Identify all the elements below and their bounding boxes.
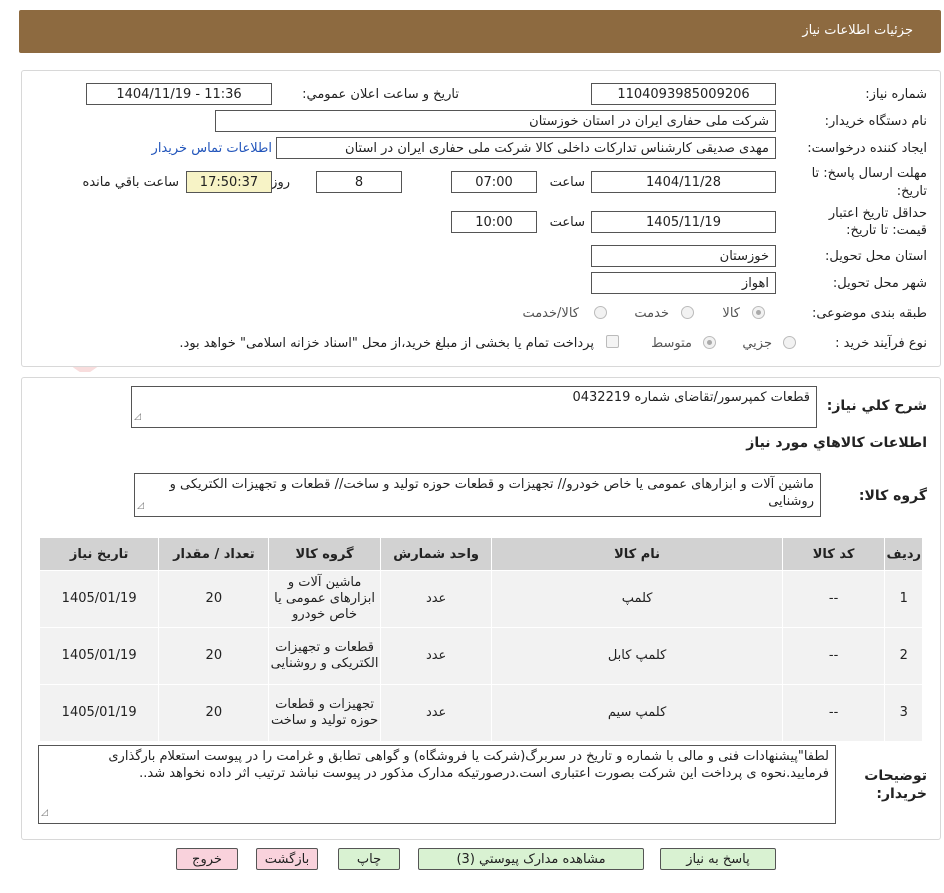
process-radio-minor[interactable] [783, 336, 796, 349]
view-attachments-button[interactable]: مشاهده مدارک پيوستي (3) [418, 848, 644, 870]
validity-label-2: قیمت: تا تاریخ: [846, 223, 927, 238]
validity-date-field[interactable]: 1405/11/19 [591, 211, 776, 233]
remaining-label: ساعت باقي مانده [82, 175, 179, 190]
validity-time-label: ساعت [549, 215, 585, 230]
goods-info-title: اطلاعات کالاهاي مورد نياز [746, 435, 927, 451]
resize-grip-icon[interactable]: ◿ [137, 498, 144, 515]
cell-item-name: کلمپ سیم [491, 684, 783, 742]
creator-field[interactable]: مهدی صدیقی کارشناس تدارکات داخلی کالا شر… [276, 137, 776, 159]
col-quantity: تعداد / مقدار [158, 537, 270, 571]
category-radio-goods-service[interactable] [594, 306, 607, 319]
col-unit: واحد شمارش [379, 537, 493, 571]
page-title: جزئيات اطلاعات نیاز [802, 23, 913, 38]
summary-textarea[interactable]: قطعات کمپرسور/تقاضای شماره 0432219 ◿ [131, 386, 817, 428]
validity-time-field[interactable]: 10:00 [451, 211, 537, 233]
back-button[interactable]: بازگشت [256, 848, 318, 870]
province-label: استان محل تحویل: [825, 249, 927, 264]
summary-label: شرح کلي نياز: [826, 398, 927, 414]
cell-quantity: 20 [158, 684, 270, 742]
cell-item-group: قطعات و تجهیزات الکتریکی و روشنایی [268, 627, 381, 685]
validity-label-1: حداقل تاریخ اعتبار [828, 206, 927, 221]
deadline-time-field[interactable]: 07:00 [451, 171, 537, 193]
cell-unit: عدد [379, 627, 493, 685]
city-field[interactable]: اهواز [591, 272, 776, 294]
cell-item-name: کلمپ کابل [491, 627, 783, 685]
process-option-medium: متوسط [651, 336, 692, 351]
cell-unit: عدد [379, 570, 493, 628]
group-text: ماشین آلات و ابزارهای عمومی یا خاص خودرو… [169, 477, 814, 509]
treasury-payment-checkbox[interactable] [606, 335, 619, 348]
items-table: ردیف کد کالا نام کالا واحد شمارش گروه کا… [38, 537, 923, 742]
buyer-notes-text: لطفا"پیشنهادات فنی و مالی با شماره و تار… [108, 749, 829, 781]
announce-field[interactable]: 1404/11/19 - 11:36 [86, 83, 272, 105]
cell-unit: عدد [379, 684, 493, 742]
cell-quantity: 20 [158, 570, 270, 628]
buyer-field[interactable]: شرکت ملی حفاری ایران در استان خوزستان [215, 110, 776, 132]
table-header-row: ردیف کد کالا نام کالا واحد شمارش گروه کا… [38, 537, 923, 571]
cell-item-name: کلمپ [491, 570, 783, 628]
print-button[interactable]: چاپ [338, 848, 400, 870]
creator-label: ایجاد کننده درخواست: [807, 141, 927, 156]
buyer-notes-label-1: توضیحات [864, 768, 927, 784]
reply-button[interactable]: پاسخ به نياز [660, 848, 776, 870]
category-label: طبقه بندی موضوعی: [811, 306, 927, 321]
page-header: جزئيات اطلاعات نیاز [19, 10, 941, 53]
cell-need-date: 1405/01/19 [38, 570, 160, 628]
col-item-name: نام کالا [491, 537, 783, 571]
col-row-no: ردیف [884, 537, 923, 571]
category-option-goods: کالا [722, 306, 740, 321]
announce-label: تاریخ و ساعت اعلان عمومي: [302, 87, 459, 102]
resize-grip-icon[interactable]: ◿ [41, 805, 48, 822]
cell-item-code: -- [781, 684, 886, 742]
resize-grip-icon[interactable]: ◿ [134, 409, 141, 426]
buyer-notes-textarea[interactable]: لطفا"پیشنهادات فنی و مالی با شماره و تار… [38, 745, 836, 824]
process-radio-medium[interactable] [703, 336, 716, 349]
process-label: نوع فرآیند خرید : [835, 336, 927, 351]
buyer-notes-label-2: خریدار: [876, 786, 927, 802]
treasury-payment-note: پرداخت تمام یا بخشی از مبلغ خرید،از محل … [179, 336, 594, 351]
deadline-label-1: مهلت ارسال پاسخ: تا [811, 166, 927, 181]
cell-quantity: 20 [158, 627, 270, 685]
need-no-field[interactable]: 1104093985009206 [591, 83, 776, 105]
province-field[interactable]: خوزستان [591, 245, 776, 267]
table-row: 2 -- کلمپ کابل عدد قطعات و تجهیزات الکتر… [38, 627, 923, 685]
cell-row-no: 3 [884, 684, 923, 742]
group-label: گروه کالا: [858, 488, 927, 504]
category-option-service: خدمت [634, 306, 669, 321]
contact-buyer-link[interactable]: اطلاعات تماس خریدار [152, 141, 272, 156]
col-item-group: گروه کالا [268, 537, 381, 571]
process-option-minor: جزيي [742, 336, 772, 351]
remaining-time-field: 17:50:37 [186, 171, 272, 193]
deadline-time-label: ساعت [549, 175, 585, 190]
cell-row-no: 1 [884, 570, 923, 628]
col-need-date: تاریخ نیاز [38, 537, 160, 571]
cell-item-group: ماشین آلات و ابزارهای عمومی یا خاص خودرو [268, 570, 381, 628]
cell-row-no: 2 [884, 627, 923, 685]
cell-need-date: 1405/01/19 [38, 684, 160, 742]
table-row: 1 -- کلمپ عدد ماشین آلات و ابزارهای عموم… [38, 570, 923, 628]
exit-button[interactable]: خروج [176, 848, 238, 870]
summary-text: قطعات کمپرسور/تقاضای شماره 0432219 [572, 390, 810, 405]
category-option-goods-service: کالا/خدمت [522, 306, 579, 321]
days-field[interactable]: 8 [316, 171, 402, 193]
category-radio-goods[interactable] [752, 306, 765, 319]
buyer-label: نام دستگاه خریدار: [824, 114, 927, 129]
cell-need-date: 1405/01/19 [38, 627, 160, 685]
group-textarea[interactable]: ماشین آلات و ابزارهای عمومی یا خاص خودرو… [134, 473, 821, 517]
deadline-label-2: تاریخ: [896, 184, 927, 199]
city-label: شهر محل تحویل: [832, 276, 927, 291]
cell-item-code: -- [781, 627, 886, 685]
table-row: 3 -- کلمپ سیم عدد تجهیزات و قطعات حوزه ت… [38, 684, 923, 742]
category-radio-service[interactable] [681, 306, 694, 319]
deadline-date-field[interactable]: 1404/11/28 [591, 171, 776, 193]
cell-item-group: تجهیزات و قطعات حوزه تولید و ساخت [268, 684, 381, 742]
col-item-code: کد کالا [781, 537, 886, 571]
need-no-label: شماره نیاز: [865, 87, 927, 102]
cell-item-code: -- [781, 570, 886, 628]
